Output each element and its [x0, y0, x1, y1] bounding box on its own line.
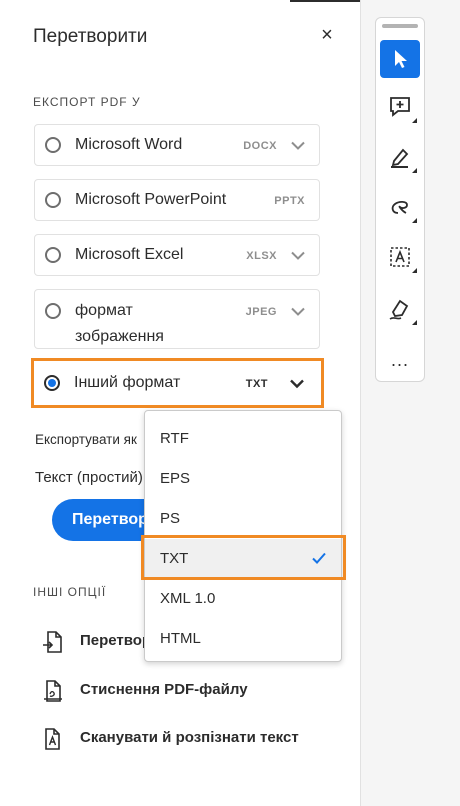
option-other-label: Інший формат	[74, 374, 181, 391]
draw-freehand-icon	[391, 200, 408, 214]
checkmark-icon	[312, 552, 326, 564]
tool-compress-label: Стиснення PDF-файлу	[80, 681, 248, 698]
export-section-label: ЕКСПОРТ PDF У	[33, 95, 141, 109]
dropdown-item-ps[interactable]: PS	[145, 499, 341, 539]
radio-other-format[interactable]	[44, 375, 60, 391]
convert-file-icon	[43, 631, 62, 653]
add-comment-button[interactable]	[380, 88, 420, 126]
compress-pdf-icon	[44, 680, 62, 702]
chevron-down-icon	[291, 307, 305, 316]
highlight-button[interactable]	[380, 138, 420, 176]
highlight-pen-icon	[391, 148, 409, 168]
option-word[interactable]: Microsoft Word DOCX	[34, 124, 320, 166]
submenu-corner-indicator	[412, 320, 417, 325]
radio-excel[interactable]	[45, 247, 61, 263]
option-image[interactable]: формат зображення JPEG	[34, 289, 320, 349]
radio-image[interactable]	[45, 303, 61, 319]
select-tool-button[interactable]	[380, 40, 420, 78]
dropdown-item-txt[interactable]: TXT	[145, 539, 341, 579]
dropdown-item-xml[interactable]: XML 1.0	[145, 579, 341, 619]
chevron-down-icon	[291, 141, 305, 150]
radio-word[interactable]	[45, 137, 61, 153]
convert-panel: Перетворити × ЕКСПОРТ PDF У Microsoft Wo…	[0, 0, 361, 806]
add-comment-icon	[390, 97, 410, 117]
draw-button[interactable]	[380, 188, 420, 226]
sign-button[interactable]	[380, 290, 420, 328]
sign-pen-icon	[389, 299, 409, 320]
submenu-corner-indicator	[412, 118, 417, 123]
other-options-section-label: ІНШІ ОПЦІЇ	[33, 585, 107, 599]
dropdown-item-html[interactable]: HTML	[145, 619, 341, 659]
tool-scan-label: Сканувати й розпізнати текст	[80, 729, 299, 746]
tool-compress-pdf[interactable]: Стиснення PDF-файлу	[42, 677, 302, 705]
option-word-label: Microsoft Word	[75, 136, 183, 153]
quick-tools-toolbar: ...	[375, 17, 425, 382]
option-excel-ext: XLSX	[246, 250, 277, 262]
option-powerpoint-label: Microsoft PowerPoint	[75, 191, 227, 208]
scan-ocr-icon	[45, 728, 60, 750]
tool-scan-ocr[interactable]: Сканувати й розпізнати текст	[42, 725, 342, 753]
text-select-button[interactable]	[380, 238, 420, 276]
toolbar-grip[interactable]	[382, 24, 418, 28]
option-image-label-line1: формат	[75, 302, 133, 319]
select-arrow-icon	[395, 50, 407, 68]
option-other-format[interactable]: Інший формат TXT	[34, 361, 320, 405]
panel-title: Перетворити	[33, 26, 148, 47]
option-powerpoint[interactable]: Microsoft PowerPoint PPTX	[34, 179, 320, 221]
option-image-ext: JPEG	[245, 306, 277, 318]
option-word-ext: DOCX	[243, 140, 277, 152]
close-button[interactable]: ×	[316, 22, 338, 48]
format-dropdown-menu: RTF EPS PS TXT XML 1.0 HTML	[144, 410, 342, 662]
more-tools-button[interactable]: ...	[380, 351, 420, 374]
option-other-ext: TXT	[245, 378, 268, 390]
chevron-down-icon[interactable]	[290, 379, 304, 389]
submenu-corner-indicator	[412, 218, 417, 223]
option-image-label-line2: зображення	[75, 328, 164, 345]
dropdown-item-eps[interactable]: EPS	[145, 459, 341, 499]
top-tab-indicator	[290, 0, 360, 2]
submenu-corner-indicator	[412, 168, 417, 173]
text-select-icon	[390, 247, 410, 267]
option-powerpoint-ext: PPTX	[274, 195, 305, 207]
radio-powerpoint[interactable]	[45, 192, 61, 208]
option-excel-label: Microsoft Excel	[75, 246, 184, 263]
export-as-label: Експортувати як	[35, 432, 137, 447]
submenu-corner-indicator	[412, 268, 417, 273]
option-excel[interactable]: Microsoft Excel XLSX	[34, 234, 320, 276]
export-as-value[interactable]: Текст (простий)	[35, 469, 143, 486]
dropdown-item-rtf[interactable]: RTF	[145, 419, 341, 459]
chevron-down-icon	[291, 251, 305, 260]
